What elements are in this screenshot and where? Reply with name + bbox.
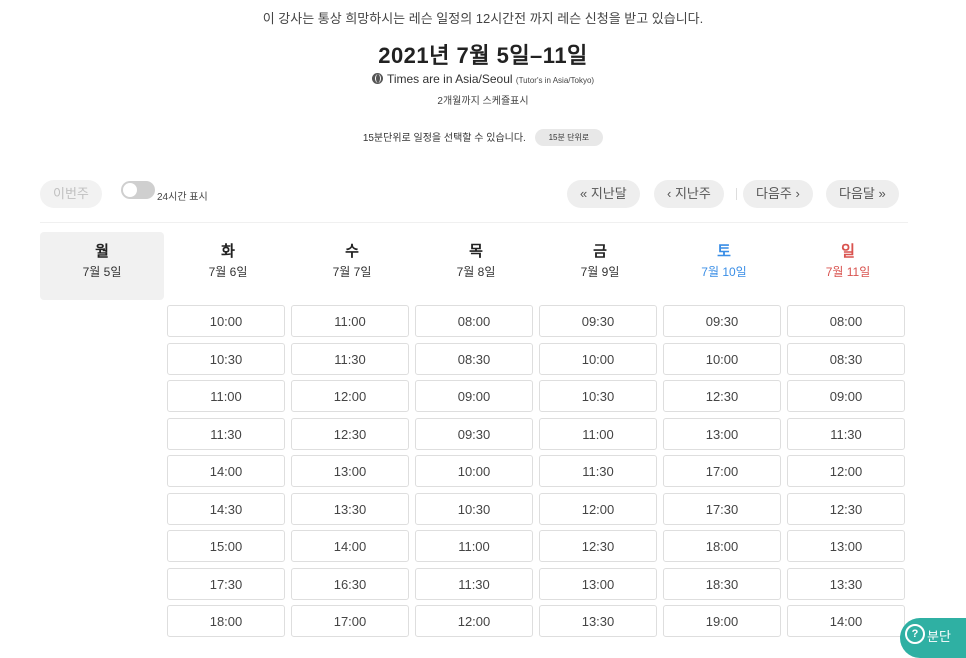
help-label: 분단 bbox=[927, 629, 951, 644]
this-week-button[interactable]: 이번주 bbox=[40, 180, 102, 208]
time-slot-button[interactable]: 19:00 bbox=[663, 605, 781, 637]
time-slot-button[interactable]: 09:30 bbox=[663, 305, 781, 337]
time-slot-button[interactable]: 14:00 bbox=[291, 530, 409, 562]
globe-icon bbox=[371, 73, 383, 84]
day-name: 수 bbox=[345, 243, 359, 260]
tutor-timezone: (Tutor's in Asia/Tokyo) bbox=[515, 76, 595, 85]
time-slot-button[interactable]: 11:00 bbox=[539, 417, 657, 450]
time-slot-button[interactable]: 12:30 bbox=[663, 380, 781, 412]
week-title: 2021년 7월 5일–11일 bbox=[378, 43, 588, 68]
time-slot-button[interactable]: 13:00 bbox=[539, 567, 657, 600]
time-slot-button[interactable]: 08:30 bbox=[787, 342, 905, 375]
time-slot-button[interactable]: 09:00 bbox=[415, 380, 533, 412]
time-slot-button[interactable]: 12:00 bbox=[291, 380, 409, 412]
day-header: 수 7월 7일 bbox=[290, 232, 414, 300]
time-slot-button[interactable]: 11:30 bbox=[167, 417, 285, 450]
time-slot-button[interactable]: 13:30 bbox=[539, 605, 657, 637]
time-slot-button[interactable]: 12:00 bbox=[539, 492, 657, 525]
time-slot-button[interactable]: 10:00 bbox=[663, 342, 781, 375]
time-slot-button[interactable]: 10:30 bbox=[539, 380, 657, 412]
day-header: 금 7월 9일 bbox=[538, 232, 662, 300]
time-slot-button[interactable]: 11:00 bbox=[415, 530, 533, 562]
time-slot-button[interactable]: 11:30 bbox=[787, 417, 905, 450]
prev-month-button[interactable]: « 지난달 bbox=[567, 180, 640, 208]
time-slot-button[interactable]: 10:30 bbox=[167, 342, 285, 375]
time-slot-button[interactable]: 09:00 bbox=[787, 380, 905, 412]
time-slot-button[interactable]: 12:00 bbox=[787, 455, 905, 487]
time-slot-button[interactable]: 11:30 bbox=[291, 342, 409, 375]
time-slot-button[interactable]: 10:00 bbox=[539, 342, 657, 375]
time-slot-button[interactable]: 14:00 bbox=[167, 455, 285, 487]
day-header: 목 7월 8일 bbox=[414, 232, 538, 300]
day-date: 7월 8일 bbox=[456, 265, 496, 279]
question-icon: ? bbox=[905, 624, 925, 644]
day-date: 7월 6일 bbox=[208, 265, 248, 279]
time-slot-button[interactable]: 13:00 bbox=[291, 455, 409, 487]
day-date: 7월 9일 bbox=[580, 265, 620, 279]
next-week-button[interactable]: 다음주 › bbox=[743, 180, 813, 208]
time-slot-button[interactable]: 08:00 bbox=[787, 305, 905, 337]
time-slot-button[interactable]: 18:00 bbox=[663, 530, 781, 562]
time-slot-button[interactable]: 18:00 bbox=[167, 605, 285, 637]
unit-button[interactable]: 15분 단위로 bbox=[534, 129, 604, 146]
time-slot-button[interactable]: 13:30 bbox=[291, 492, 409, 525]
time-slot-button[interactable]: 11:30 bbox=[539, 455, 657, 487]
day-header: 일 7월 11일 bbox=[786, 232, 910, 300]
time-slot-button[interactable]: 11:00 bbox=[291, 305, 409, 337]
time-slot-button[interactable]: 13:30 bbox=[787, 567, 905, 600]
day-header: 토 7월 10일 bbox=[662, 232, 786, 300]
time-slot-button[interactable]: 12:30 bbox=[291, 417, 409, 450]
time-slot-button[interactable]: 11:00 bbox=[167, 380, 285, 412]
time-slot-button[interactable]: 11:30 bbox=[415, 567, 533, 600]
schedule-range-note: 2개월까지 스케쥴표시 bbox=[437, 96, 529, 107]
time-slot-button[interactable]: 12:00 bbox=[415, 605, 533, 637]
next-month-button[interactable]: 다음달 » bbox=[826, 180, 899, 208]
toggle-knob bbox=[123, 183, 137, 197]
time-slot-button[interactable]: 14:30 bbox=[167, 492, 285, 525]
time-slot-button[interactable]: 13:00 bbox=[787, 530, 905, 562]
time-slot-button[interactable]: 16:30 bbox=[291, 567, 409, 600]
day-date: 7월 11일 bbox=[825, 265, 871, 279]
day-name: 화 bbox=[221, 243, 235, 260]
booking-notice: 이 강사는 통상 희망하시는 레슨 일정의 12시간전 까지 레슨 신청을 받고… bbox=[262, 11, 704, 26]
time-slot-button[interactable]: 17:30 bbox=[663, 492, 781, 525]
unit-text: 15분단위로 일정을 선택할 수 있습니다. bbox=[362, 133, 526, 144]
time-slot-button[interactable]: 15:00 bbox=[167, 530, 285, 562]
time-slot-button[interactable]: 17:00 bbox=[291, 605, 409, 637]
timezone-text: Times are in Asia/Seoul bbox=[386, 72, 513, 86]
time-slot-button[interactable]: 18:30 bbox=[663, 567, 781, 600]
timezone-info: Times are in Asia/Seoul (Tutor's in Asia… bbox=[0, 72, 966, 86]
time-slot-button[interactable]: 10:00 bbox=[167, 305, 285, 337]
time-slot-button[interactable]: 13:00 bbox=[663, 417, 781, 450]
unit-row: 15분단위로 일정을 선택할 수 있습니다. 15분 단위로 bbox=[0, 129, 966, 146]
24h-toggle[interactable] bbox=[121, 181, 155, 199]
day-date: 7월 7일 bbox=[332, 265, 372, 279]
nav-separator bbox=[736, 188, 737, 200]
time-slot-button[interactable]: 08:00 bbox=[415, 305, 533, 337]
day-date: 7월 10일 bbox=[701, 265, 747, 279]
24h-toggle-label: 24시간 표시 bbox=[157, 192, 208, 203]
time-slot-button[interactable]: 10:30 bbox=[415, 492, 533, 525]
day-name: 금 bbox=[593, 243, 607, 260]
day-name: 월 bbox=[95, 243, 109, 260]
day-name: 목 bbox=[469, 243, 483, 260]
day-name: 일 bbox=[841, 243, 855, 260]
day-date: 7월 5일 bbox=[82, 265, 122, 279]
time-slot-button[interactable]: 10:00 bbox=[415, 455, 533, 487]
prev-week-button[interactable]: ‹ 지난주 bbox=[654, 180, 724, 208]
help-button[interactable]: ? 분단 bbox=[900, 618, 966, 658]
time-slot-button[interactable]: 17:30 bbox=[167, 567, 285, 600]
time-slot-button[interactable]: 14:00 bbox=[787, 605, 905, 637]
divider bbox=[40, 222, 908, 223]
time-slot-button[interactable]: 09:30 bbox=[415, 417, 533, 450]
time-slot-button[interactable]: 09:30 bbox=[539, 305, 657, 337]
day-header: 월 7월 5일 bbox=[40, 232, 164, 300]
day-name: 토 bbox=[717, 243, 731, 260]
time-slot-button[interactable]: 12:30 bbox=[787, 492, 905, 525]
day-header: 화 7월 6일 bbox=[166, 232, 290, 300]
time-slot-button[interactable]: 17:00 bbox=[663, 455, 781, 487]
time-slot-button[interactable]: 08:30 bbox=[415, 342, 533, 375]
time-slot-button[interactable]: 12:30 bbox=[539, 530, 657, 562]
